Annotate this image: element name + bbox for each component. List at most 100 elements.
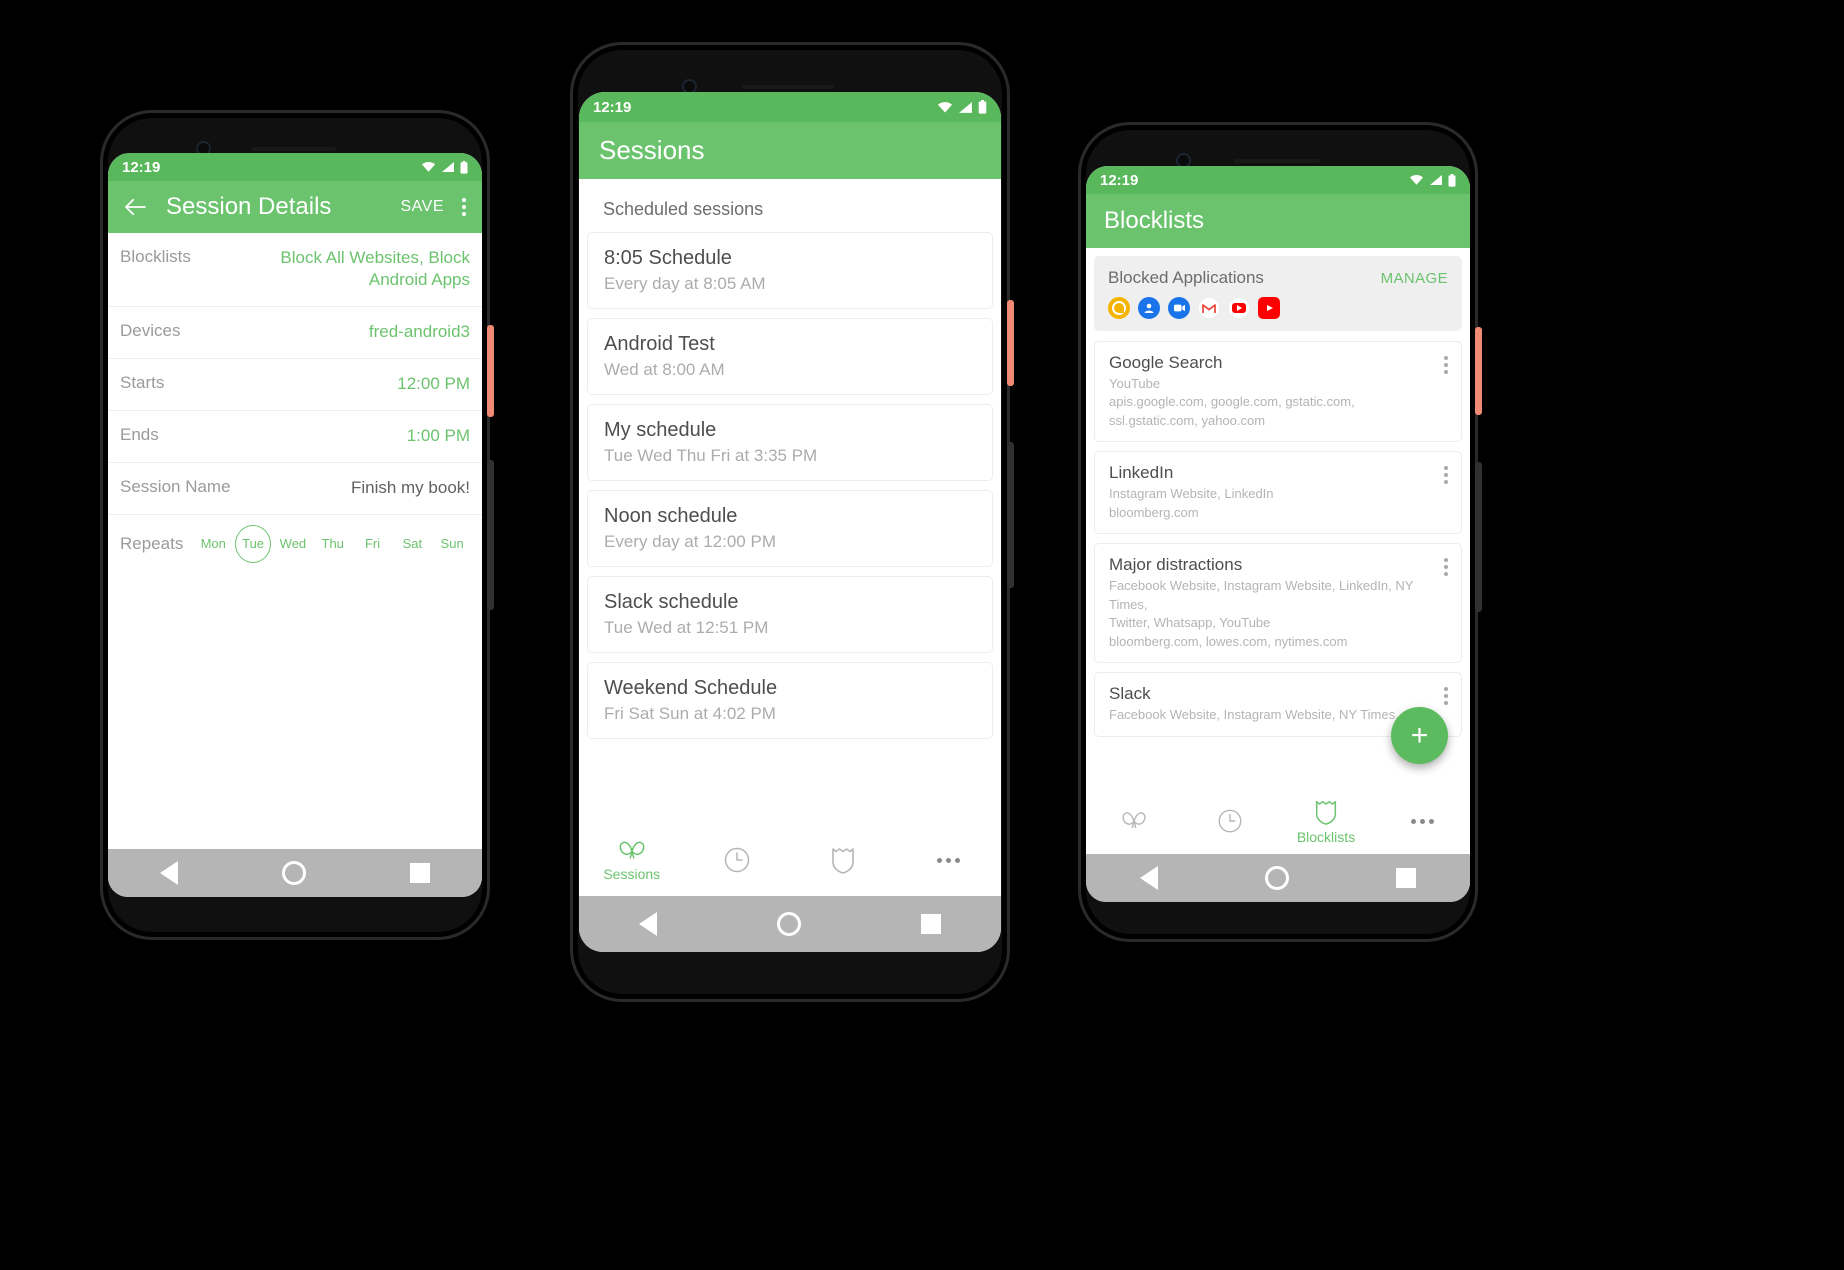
blocklist-name: Google Search xyxy=(1109,353,1223,372)
tab-blocklists[interactable] xyxy=(790,845,896,875)
list-item[interactable]: My schedule Tue Wed Thu Fri at 3:35 PM xyxy=(587,404,993,481)
android-home-icon[interactable] xyxy=(1264,866,1289,890)
blocklist-items: Instagram Website, LinkedIn bloomberg.co… xyxy=(1109,486,1274,520)
tab-more[interactable] xyxy=(896,857,1002,863)
day-chip-sun[interactable]: Sun xyxy=(434,525,470,563)
list-item[interactable]: Noon schedule Every day at 12:00 PM xyxy=(587,490,993,567)
android-home-icon[interactable] xyxy=(282,861,306,885)
power-button[interactable] xyxy=(487,325,494,417)
power-button[interactable] xyxy=(1007,300,1014,386)
wifi-icon xyxy=(421,162,436,172)
tab-label: Sessions xyxy=(603,865,661,882)
blocklist-name: LinkedIn xyxy=(1109,463,1174,483)
battery-icon xyxy=(460,160,468,174)
android-recents-icon[interactable] xyxy=(410,863,430,883)
overflow-menu-icon[interactable] xyxy=(1444,687,1448,706)
repeats-label: Repeats xyxy=(120,533,184,553)
phone2-appbar: Sessions xyxy=(579,122,1001,179)
detail-label: Ends xyxy=(120,424,159,444)
butterfly-icon xyxy=(619,841,645,859)
wifi-icon xyxy=(938,101,952,112)
android-recents-icon[interactable] xyxy=(921,914,941,934)
list-item[interactable]: Major distractions Facebook Website, Ins… xyxy=(1094,543,1462,664)
detail-row-blocklists[interactable]: Blocklists Block All Websites, Block And… xyxy=(108,233,482,307)
detail-label: Devices xyxy=(120,320,181,340)
blocklist-name: Slack xyxy=(1109,684,1151,704)
page-title: Session Details xyxy=(166,193,332,220)
earpiece-speaker xyxy=(742,85,834,89)
power-button[interactable] xyxy=(1475,327,1482,415)
session-name: Android Test xyxy=(604,333,715,355)
detail-row-session-name[interactable]: Session Name Finish my book! xyxy=(108,463,482,515)
list-item[interactable]: 8:05 Schedule Every day at 8:05 AM xyxy=(587,232,993,309)
youtube-music-icon xyxy=(1228,297,1250,319)
phone3-screen: 12:19 Blocklists Blocked Applications MA… xyxy=(1086,166,1470,902)
day-chip-sat[interactable]: Sat xyxy=(394,525,430,563)
volume-button[interactable] xyxy=(1475,462,1482,612)
android-back-icon[interactable] xyxy=(639,912,657,936)
session-schedule: Every day at 8:05 AM xyxy=(604,274,766,293)
status-time: 12:19 xyxy=(1100,171,1139,189)
manage-button[interactable]: MANAGE xyxy=(1381,270,1448,287)
session-detail-rows: Blocklists Block All Websites, Block And… xyxy=(108,233,482,573)
detail-label: Session Name xyxy=(120,476,231,496)
phone2-screen: 12:19 Sessions Scheduled sessions 8:05 S… xyxy=(579,92,1001,952)
battery-icon xyxy=(1448,173,1456,187)
volume-button[interactable] xyxy=(1007,442,1014,588)
day-chip-fri[interactable]: Fri xyxy=(355,525,391,563)
volume-button[interactable] xyxy=(487,460,494,610)
day-chip-mon[interactable]: Mon xyxy=(195,525,231,563)
tab-sessions[interactable] xyxy=(1086,810,1182,832)
tab-blocklists[interactable]: Blocklists xyxy=(1278,798,1374,845)
contacts-icon xyxy=(1138,297,1160,319)
list-item[interactable]: Weekend Schedule Fri Sat Sun at 4:02 PM xyxy=(587,662,993,739)
repeats-row: Repeats Mon Tue Wed Thu Fri Sat Sun xyxy=(108,515,482,573)
earpiece-speaker xyxy=(1234,159,1320,163)
tab-label: Blocklists xyxy=(1296,828,1356,845)
android-back-icon[interactable] xyxy=(1139,866,1158,890)
detail-row-starts[interactable]: Starts 12:00 PM xyxy=(108,359,482,411)
phone3-android-nav xyxy=(1086,854,1470,902)
overflow-menu-icon[interactable] xyxy=(1444,466,1448,485)
session-name: My schedule xyxy=(604,419,717,441)
save-button[interactable]: SAVE xyxy=(401,198,445,216)
list-item[interactable]: Android Test Wed at 8:00 AM xyxy=(587,318,993,395)
blocked-applications-panel: Blocked Applications MANAGE xyxy=(1094,256,1462,331)
youtube-icon xyxy=(1258,297,1280,319)
earpiece-speaker xyxy=(252,147,336,151)
shield-icon xyxy=(831,848,854,874)
android-recents-icon[interactable] xyxy=(1396,868,1417,888)
more-horizontal-icon xyxy=(1410,818,1434,824)
list-item[interactable]: LinkedIn Instagram Website, LinkedIn blo… xyxy=(1094,451,1462,535)
blocklists-list: Google Search YouTube apis.google.com, g… xyxy=(1086,341,1470,737)
blocklist-items: YouTube apis.google.com, google.com, gst… xyxy=(1109,376,1355,428)
android-home-icon[interactable] xyxy=(777,912,801,936)
session-schedule: Wed at 8:00 AM xyxy=(604,360,725,379)
overflow-menu-icon[interactable] xyxy=(1444,356,1448,374)
list-item[interactable]: Google Search YouTube apis.google.com, g… xyxy=(1094,341,1462,443)
overflow-menu-icon[interactable] xyxy=(462,198,466,216)
signal-icon xyxy=(959,101,972,113)
day-chip-thu[interactable]: Thu xyxy=(315,525,351,563)
list-item[interactable]: Slack schedule Tue Wed at 12:51 PM xyxy=(587,576,993,653)
session-schedule: Fri Sat Sun at 4:02 PM xyxy=(604,704,776,723)
sessions-list: 8:05 Schedule Every day at 8:05 AM Andro… xyxy=(579,232,1001,739)
clock-icon xyxy=(725,847,750,873)
phone2-android-nav xyxy=(579,896,1001,952)
tab-sessions[interactable]: Sessions xyxy=(579,839,685,882)
day-chip-tue[interactable]: Tue xyxy=(235,524,272,563)
blocked-apps-icon-row xyxy=(1108,297,1448,319)
android-back-icon[interactable] xyxy=(160,861,178,885)
tab-more[interactable] xyxy=(1374,818,1470,824)
add-blocklist-fab[interactable]: + xyxy=(1391,707,1448,764)
detail-row-ends[interactable]: Ends 1:00 PM xyxy=(108,411,482,463)
session-name-input[interactable]: Finish my book! xyxy=(351,477,470,499)
gmail-icon xyxy=(1198,297,1220,319)
day-chip-wed[interactable]: Wed xyxy=(275,525,311,563)
tab-history[interactable] xyxy=(1182,807,1278,835)
status-icons xyxy=(421,160,468,174)
tab-history[interactable] xyxy=(685,845,791,875)
detail-row-devices[interactable]: Devices fred-android3 xyxy=(108,307,482,359)
overflow-menu-icon[interactable] xyxy=(1444,558,1448,577)
back-icon[interactable] xyxy=(124,198,146,216)
